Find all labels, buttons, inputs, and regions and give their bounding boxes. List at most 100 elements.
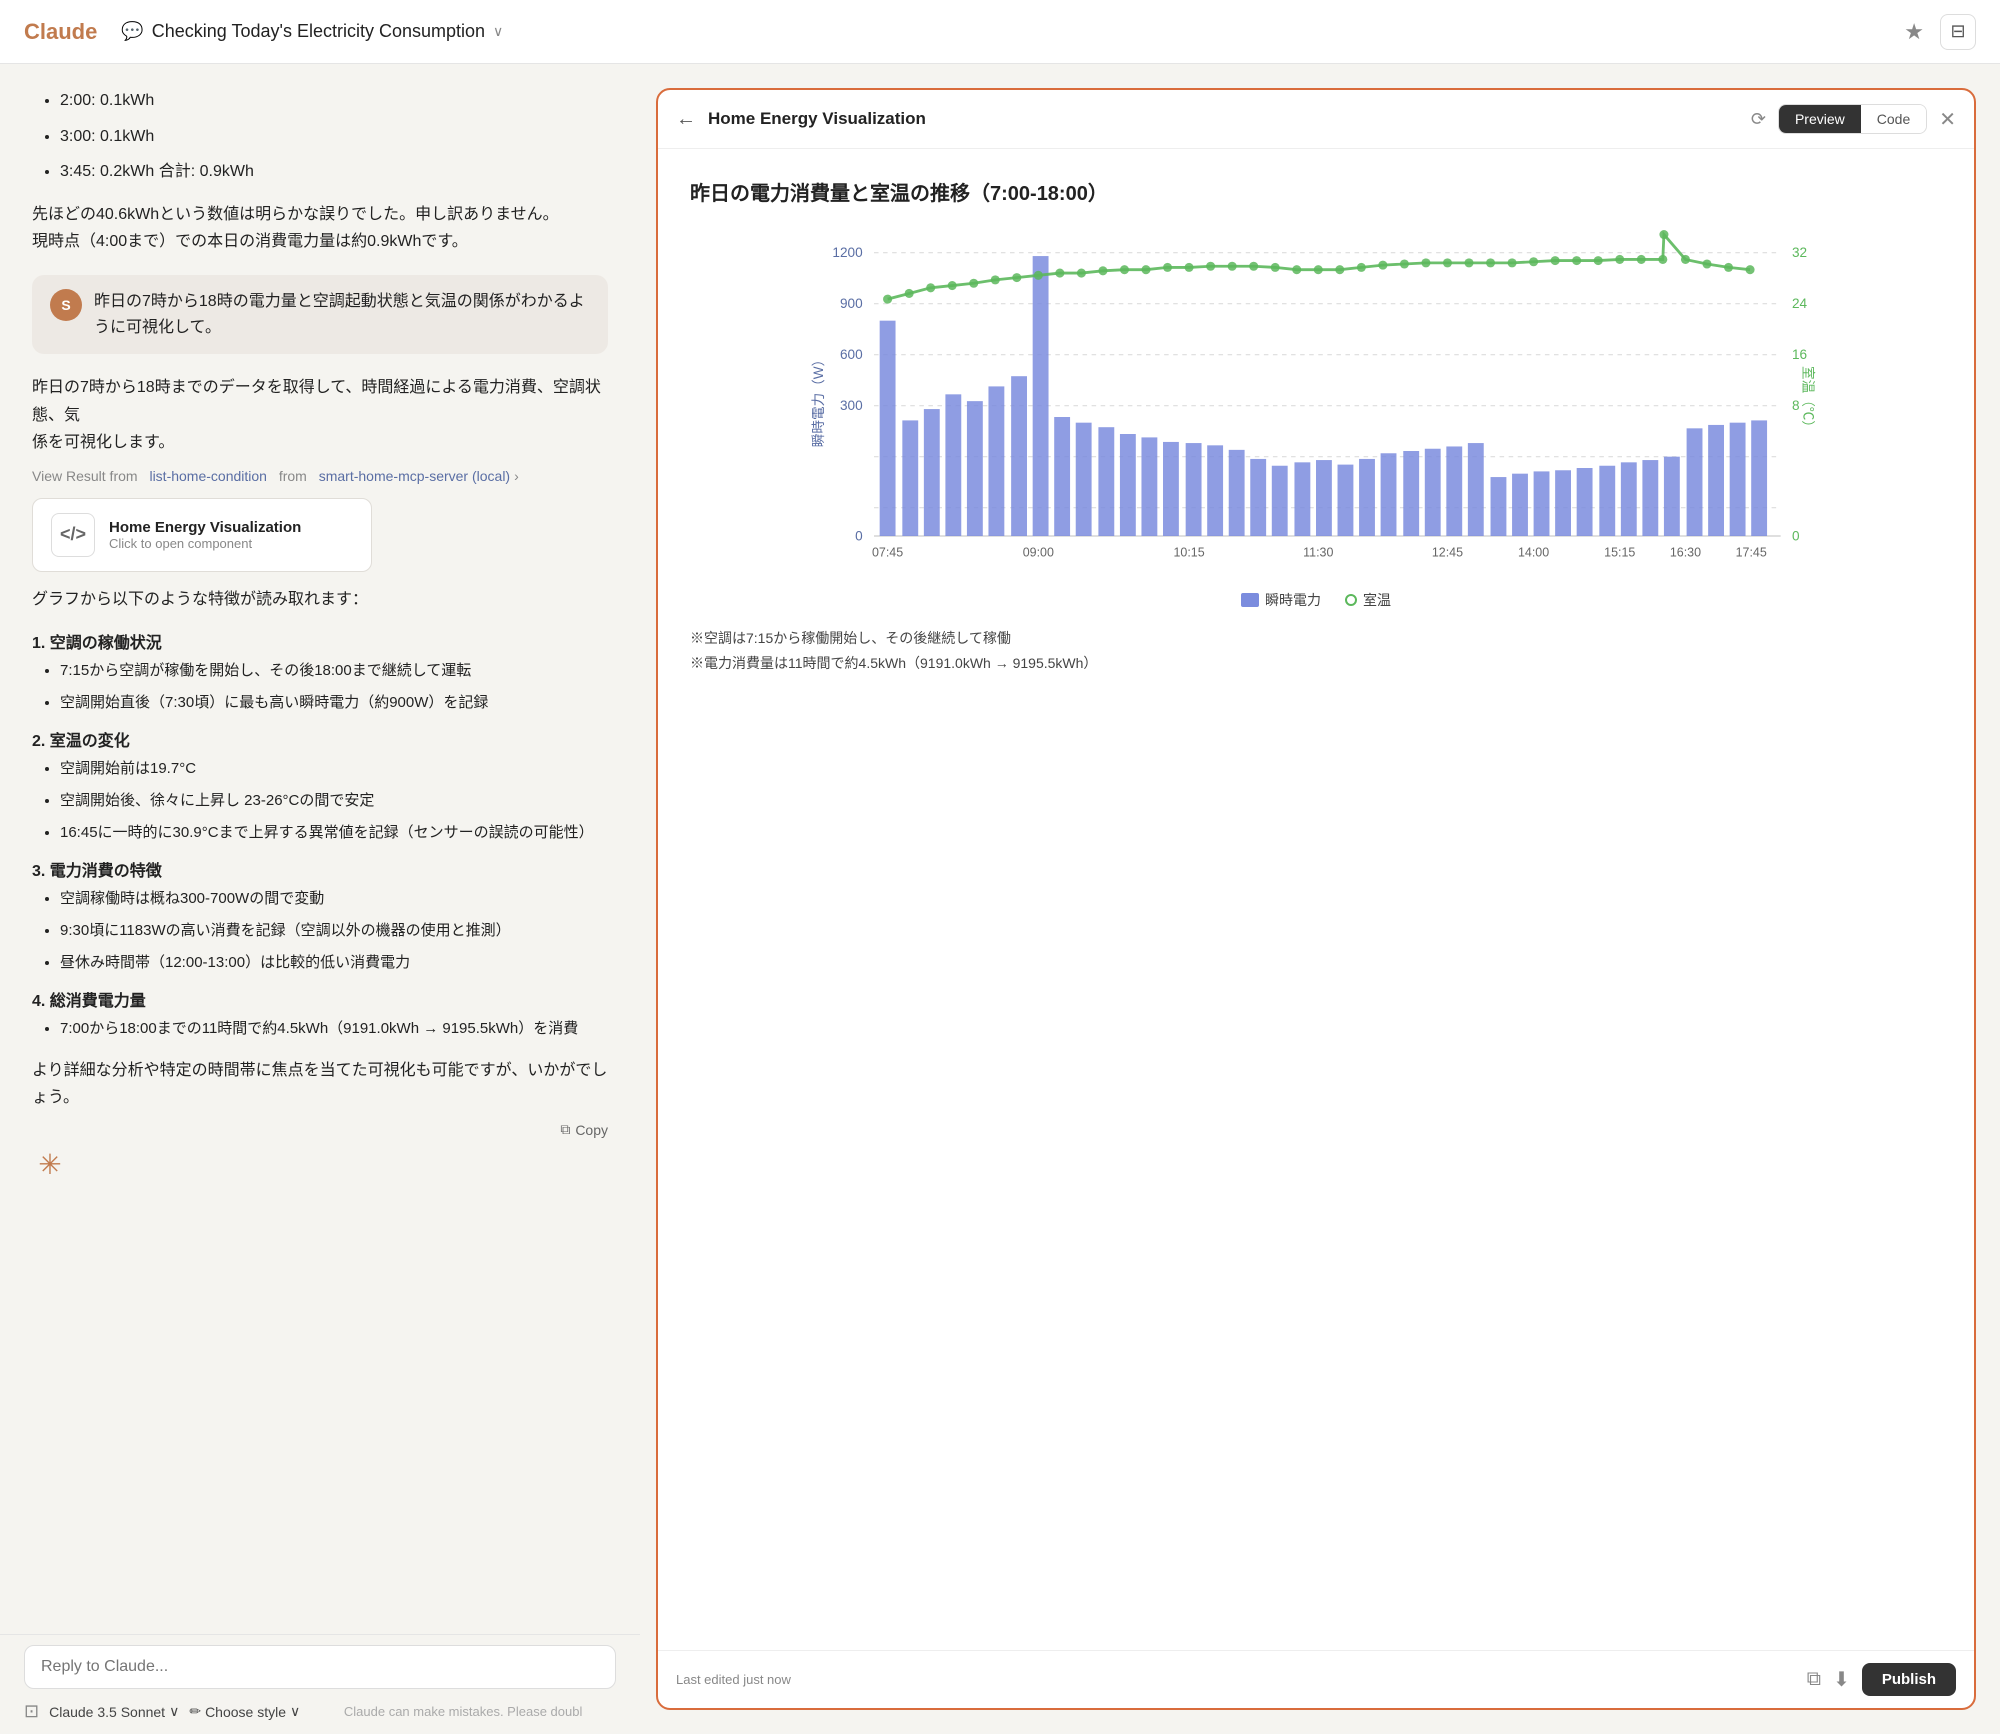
- view-result-link[interactable]: View Result from list-home-condition fro…: [32, 468, 608, 484]
- list-home-link[interactable]: list-home-condition: [149, 468, 267, 484]
- chart-svg: 1200 900 600 300 0 瞬時電力（W） 32 24 16 8 0: [690, 230, 1942, 570]
- svg-text:600: 600: [840, 347, 863, 362]
- preview-content: 昨日の電力消費量と室温の推移（7:00-18:00） 1200: [658, 149, 1974, 1650]
- claude-loading: ✳: [32, 1146, 608, 1186]
- copy-label: Copy: [575, 1122, 608, 1138]
- expand-button[interactable]: ⊡: [24, 1701, 39, 1722]
- svg-text:09:00: 09:00: [1023, 545, 1054, 559]
- tab-code[interactable]: Code: [1861, 105, 1926, 133]
- title-text: Checking Today's Electricity Consumption: [152, 21, 485, 42]
- chevron-icon: ∨: [290, 1703, 300, 1720]
- avatar: S: [50, 289, 82, 321]
- section-2-title: 2. 室温の変化: [32, 727, 608, 751]
- arrow-icon: ›: [514, 468, 519, 484]
- note-1: ※空調は7:15から稼働開始し、その後継続して稼働: [690, 626, 1942, 651]
- main-layout: 2:00: 0.1kWh 3:00: 0.1kWh 3:45: 0.2kWh 合…: [0, 64, 2000, 1734]
- section-4-title: 4. 総消費電力量: [32, 987, 608, 1011]
- component-title: Home Energy Visualization: [109, 519, 301, 536]
- star-icon[interactable]: ★: [1904, 19, 1924, 45]
- copy-button[interactable]: ⧉ Copy: [560, 1121, 608, 1138]
- list-item: 空調稼働時は概ね300-700Wの間で変動: [60, 887, 608, 911]
- left-panel: 2:00: 0.1kWh 3:00: 0.1kWh 3:45: 0.2kWh 合…: [0, 64, 640, 1734]
- list-item: 空調開始直後（7:30頃）に最も高い瞬時電力（約900W）を記録: [60, 691, 608, 715]
- svg-text:16: 16: [1792, 347, 1807, 362]
- list-item: 9:30頃に1183Wの高い消費を記録（空調以外の機器の使用と推測）: [60, 919, 608, 943]
- svg-text:室温（℃）: 室温（℃）: [1800, 366, 1816, 434]
- view-result-from: from: [279, 468, 307, 484]
- publish-button[interactable]: Publish: [1862, 1663, 1956, 1696]
- apology-text: 先ほどの40.6kWhという数値は明らかな誤りでした。申し訳ありません。現時点（…: [32, 201, 608, 255]
- copy-icon: ⧉: [560, 1121, 570, 1138]
- download-button[interactable]: ⬇: [1833, 1667, 1850, 1692]
- svg-text:32: 32: [1792, 245, 1807, 260]
- section-3-list: 空調稼働時は概ね300-700Wの間で変動 9:30頃に1183Wの高い消費を記…: [32, 887, 608, 975]
- code-icon: </>: [51, 513, 95, 557]
- chevron-down-icon: ∨: [493, 23, 503, 40]
- back-button[interactable]: ←: [676, 108, 696, 131]
- list-item: 16:45に一時的に30.9°Cまで上昇する異常値を記録（センサーの誤読の可能性…: [60, 821, 608, 845]
- preview-window: ← Home Energy Visualization ⟳ Preview Co…: [656, 88, 1976, 1710]
- settings-button[interactable]: ⊟: [1940, 14, 1976, 50]
- topbar: Claude 💬 Checking Today's Electricity Co…: [0, 0, 2000, 64]
- preview-footer: Last edited just now ⧉ ⬇ Publish: [658, 1650, 1974, 1708]
- preview-tabs: Preview Code: [1778, 104, 1927, 134]
- app-logo: Claude: [24, 19, 97, 45]
- list-item: 2:00: 0.1kWh: [60, 88, 608, 114]
- svg-text:11:30: 11:30: [1303, 545, 1333, 559]
- svg-text:1200: 1200: [832, 245, 863, 260]
- refresh-button[interactable]: ⟳: [1751, 109, 1766, 130]
- chart-container: 1200 900 600 300 0 瞬時電力（W） 32 24 16 8 0: [690, 230, 1942, 570]
- chart-title: 昨日の電力消費量と室温の推移（7:00-18:00）: [690, 177, 1942, 206]
- svg-text:0: 0: [1792, 529, 1800, 544]
- chevron-icon: ∨: [169, 1703, 179, 1720]
- footer-edited-text: Last edited just now: [676, 1672, 1795, 1687]
- chat-scroll: 2:00: 0.1kWh 3:00: 0.1kWh 3:45: 0.2kWh 合…: [0, 64, 640, 1634]
- style-selector[interactable]: ✏ Choose style ∨: [189, 1703, 300, 1720]
- section-4: 4. 総消費電力量 7:00から18:00までの11時間で約4.5kWh（919…: [32, 987, 608, 1041]
- right-panel: ← Home Energy Visualization ⟳ Preview Co…: [640, 64, 2000, 1734]
- legend-temp-label: 室温: [1363, 590, 1391, 610]
- bottom-controls: ⊡ Claude 3.5 Sonnet ∨ ✏ Choose style ∨ C…: [24, 1701, 616, 1722]
- section-2: 2. 室温の変化 空調開始前は19.7°C 空調開始後、徐々に上昇し 23-26…: [32, 727, 608, 845]
- style-label: Choose style: [205, 1704, 286, 1720]
- list-item: 空調開始後、徐々に上昇し 23-26°Cの間で安定: [60, 789, 608, 813]
- svg-text:24: 24: [1792, 296, 1808, 311]
- user-message: S 昨日の7時から18時の電力量と空調起動状態と気温の関係がわかるように可視化し…: [32, 275, 608, 354]
- list-item: 7:00から18:00までの11時間で約4.5kWh（9191.0kWh → 9…: [60, 1017, 608, 1041]
- legend-temp: 室温: [1345, 590, 1391, 610]
- section-1-title: 1. 空調の稼働状況: [32, 629, 608, 653]
- disclaimer-text: Claude can make mistakes. Please doubl: [310, 1704, 616, 1719]
- server-link[interactable]: smart-home-mcp-server (local): [319, 468, 510, 484]
- conversation-title: 💬 Checking Today's Electricity Consumpti…: [121, 21, 503, 42]
- edit-icon: ✏: [189, 1703, 201, 1720]
- legend-power-label: 瞬時電力: [1265, 590, 1321, 610]
- claude-asterisk-icon: ✳: [32, 1146, 68, 1182]
- svg-text:15:15: 15:15: [1604, 545, 1635, 559]
- code-component-block[interactable]: </> Home Energy Visualization Click to o…: [32, 498, 372, 572]
- reply-input[interactable]: [24, 1645, 616, 1689]
- preview-notes: ※空調は7:15から稼働開始し、その後継続して稼働 ※電力消費量は11時間で約4…: [690, 626, 1942, 676]
- analysis-sections: 1. 空調の稼働状況 7:15から空調が稼働を開始し、その後18:00まで継続し…: [32, 629, 608, 1041]
- chat-icon: 💬: [121, 21, 143, 42]
- svg-text:14:00: 14:00: [1518, 545, 1549, 559]
- tab-preview[interactable]: Preview: [1779, 105, 1861, 133]
- svg-text:12:45: 12:45: [1432, 545, 1463, 559]
- svg-text:0: 0: [855, 529, 863, 544]
- note-2: ※電力消費量は11時間で約4.5kWh（9191.0kWh → 9195.5kW…: [690, 651, 1942, 676]
- list-item: 空調開始前は19.7°C: [60, 757, 608, 781]
- component-subtitle: Click to open component: [109, 536, 301, 551]
- list-item: 昼休み時間帯（12:00-13:00）は比較的低い消費電力: [60, 951, 608, 975]
- list-item: 7:15から空調が稼働を開始し、その後18:00まで継続して運転: [60, 659, 608, 683]
- list-item: 3:45: 0.2kWh 合計: 0.9kWh: [60, 159, 608, 185]
- svg-text:16:30: 16:30: [1670, 545, 1701, 559]
- legend-temp-color: [1345, 594, 1357, 606]
- view-result-label: View Result from: [32, 468, 138, 484]
- model-selector[interactable]: Claude 3.5 Sonnet ∨: [49, 1703, 179, 1720]
- bullet-list: 2:00: 0.1kWh 3:00: 0.1kWh 3:45: 0.2kWh 合…: [32, 88, 608, 185]
- section-1: 1. 空調の稼働状況 7:15から空調が稼働を開始し、その後18:00まで継続し…: [32, 629, 608, 715]
- open-external-button[interactable]: ⧉: [1807, 1668, 1821, 1691]
- section-4-list: 7:00から18:00までの11時間で約4.5kWh（9191.0kWh → 9…: [32, 1017, 608, 1041]
- assistant-response: 昨日の7時から18時までのデータを取得して、時間経過による電力消費、空調状態、気…: [32, 374, 608, 456]
- svg-text:瞬時電力（W）: 瞬時電力（W）: [811, 353, 826, 447]
- close-button[interactable]: ✕: [1939, 107, 1956, 132]
